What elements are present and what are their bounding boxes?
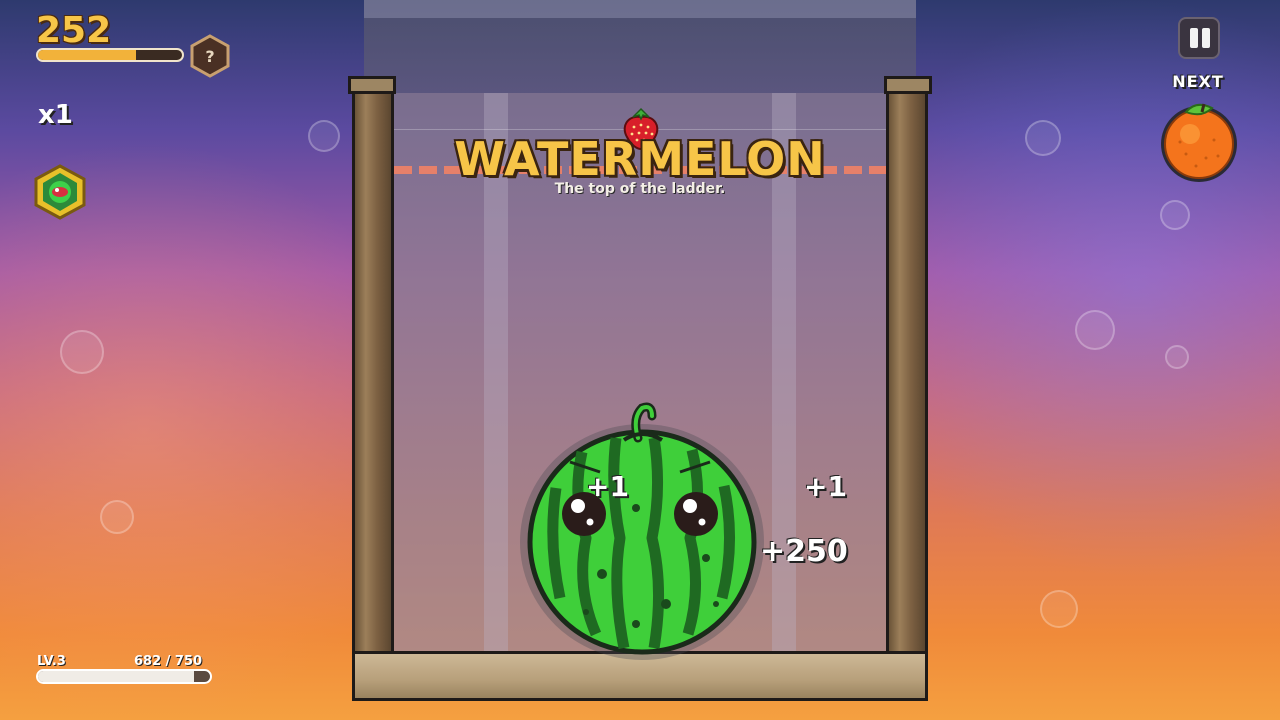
xp-progress-bar bbox=[36, 669, 212, 684]
xp-progress-fill bbox=[38, 671, 195, 682]
bokeh-bubble bbox=[1025, 120, 1061, 156]
next-label: NEXT bbox=[1172, 72, 1224, 91]
bokeh-bubble bbox=[60, 330, 104, 374]
bokeh-bubble bbox=[1160, 200, 1190, 230]
pause-icon bbox=[1202, 28, 1210, 48]
multiplier-label: x1 bbox=[38, 100, 73, 130]
bokeh-bubble bbox=[308, 120, 340, 152]
right-wall-cap bbox=[884, 76, 932, 94]
bokeh-bubble bbox=[100, 500, 134, 534]
score-progress-fill bbox=[38, 50, 136, 60]
score-progress-bar bbox=[36, 48, 184, 62]
score-popup: +1 bbox=[586, 470, 629, 503]
score-popup: +250 bbox=[760, 534, 848, 569]
merge-subtitle: The top of the ladder. bbox=[554, 181, 726, 197]
watermelon-fruit bbox=[520, 402, 764, 660]
bokeh-bubble bbox=[1040, 590, 1078, 628]
container-glass-top bbox=[364, 0, 916, 18]
pause-icon bbox=[1190, 28, 1198, 48]
bokeh-bubble bbox=[1165, 345, 1189, 369]
pause-button[interactable] bbox=[1178, 17, 1220, 59]
mystery-label: ? bbox=[205, 47, 214, 66]
left-wall-cap bbox=[348, 76, 396, 94]
score-popup: +1 bbox=[804, 470, 847, 503]
bokeh-bubble bbox=[1075, 310, 1115, 350]
mystery-badge[interactable]: ? bbox=[190, 34, 230, 78]
orange-icon bbox=[1161, 103, 1237, 182]
level-label: LV.3 bbox=[37, 654, 66, 669]
score-value: 252 bbox=[36, 10, 112, 51]
merge-title: WATERMELON bbox=[454, 132, 826, 186]
gem-hexagon-icon[interactable] bbox=[34, 164, 86, 220]
xp-text: 682 / 750 bbox=[134, 654, 203, 669]
